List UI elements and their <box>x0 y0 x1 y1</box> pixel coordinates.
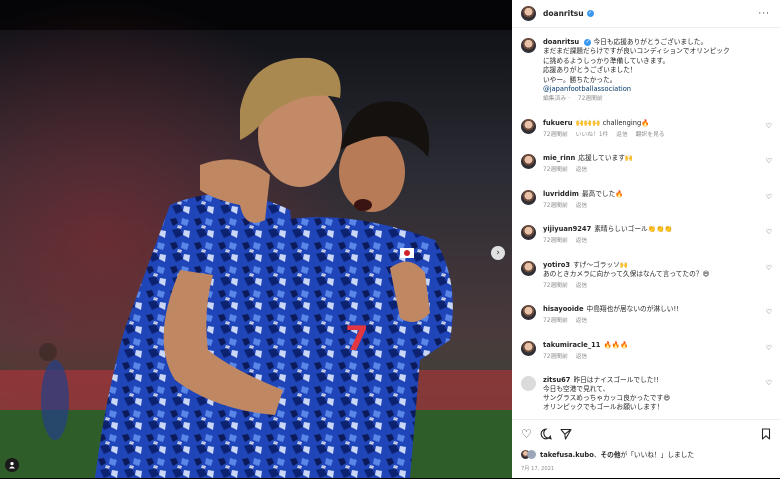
next-photo-button[interactable]: › <box>491 246 505 260</box>
caption-author-avatar[interactable] <box>521 38 536 53</box>
comment-username[interactable]: luvriddim <box>543 190 579 198</box>
heart-icon[interactable]: ♡ <box>766 228 772 236</box>
comment-username[interactable]: mie_rinn <box>543 154 575 162</box>
comment-text: 素晴らしいゴール👏👏👏 <box>594 225 673 234</box>
comment-text-line-2: 今日も空港で見れて、 <box>543 385 610 394</box>
comment-reply-button[interactable]: 返信 <box>576 354 588 360</box>
heart-icon[interactable]: ♡ <box>766 157 772 165</box>
comment-avatar[interactable] <box>521 225 536 241</box>
comment-text: 最高でした🔥 <box>581 189 624 198</box>
comment-text: 昨日はナイスゴールでした!! <box>573 376 659 385</box>
likes-others-link[interactable]: その他 <box>601 451 621 459</box>
comment-avatar[interactable] <box>521 189 536 205</box>
comment-time[interactable]: 72週間前 <box>543 283 568 289</box>
caption-username[interactable]: doanritsu <box>543 38 579 46</box>
soccer-players-photo: 7 <box>0 0 512 478</box>
post-date[interactable]: 7月 17, 2021 <box>512 459 780 472</box>
comment-reply-button[interactable]: 返信 <box>616 132 628 138</box>
post-caption: doanritsu ✓ 今日も応援ありがとうございました。 まだまだ課題だらけで… <box>512 28 780 105</box>
heart-icon[interactable]: ♡ <box>766 344 772 352</box>
comment-time[interactable]: 72週間前 <box>543 238 568 244</box>
caption-line-1: 今日も応援ありがとうございました。 <box>593 38 708 46</box>
ellipsis-icon[interactable]: ··· <box>758 9 770 19</box>
comment-username[interactable]: yijiyuan9247 <box>543 225 591 233</box>
comment-text: 中島翔也が居ないのが淋しい!! <box>586 305 679 314</box>
likes-separator: 、 <box>593 451 601 459</box>
user-tag-button[interactable] <box>5 458 19 472</box>
comment-reply-button[interactable]: 返信 <box>576 318 588 324</box>
comment-text-line-3: サングラスめっちゃカッコ良かったです😄 <box>543 394 671 403</box>
comment-avatar[interactable] <box>521 305 536 321</box>
post-actions: ♡ takefusa.kubo、その他が「いいね！」しました 7月 17, 20… <box>512 419 780 479</box>
heart-icon[interactable]: ♡ <box>521 427 532 441</box>
comment-username[interactable]: takumiracle_11 <box>543 341 600 349</box>
verified-badge-icon: ✓ <box>586 10 594 17</box>
comment-text: 🔥🔥🔥 <box>603 340 629 349</box>
heart-icon[interactable]: ♡ <box>766 193 772 201</box>
heart-icon[interactable]: ♡ <box>766 379 772 387</box>
comment-username[interactable]: zitsu67 <box>543 376 570 384</box>
comment-text: 応援しています🙌 <box>578 154 634 163</box>
heart-icon[interactable]: ♡ <box>766 122 772 130</box>
comment-likes[interactable]: いいね！1件 <box>576 132 609 138</box>
comment-reply-button[interactable]: 返信 <box>576 203 588 209</box>
caption-line-5: いやー。勝ちたかった。 <box>543 75 617 84</box>
comment-username[interactable]: fukueru <box>543 119 572 127</box>
liker-username[interactable]: takefusa.kubo <box>540 451 594 459</box>
comment-icon[interactable] <box>540 428 552 440</box>
comment-username[interactable]: hisayooide <box>543 305 584 313</box>
likes-suffix: が「いいね！」しました <box>620 451 695 459</box>
comment-time[interactable]: 72週間前 <box>543 318 568 324</box>
comment-item: fukueru 🙌🙌🙌 challenging🔥 72週間前 いいね！1件 返信 … <box>512 118 780 155</box>
post-header: doanritsu ✓ ··· <box>512 0 780 28</box>
comment-item: mie_rinn 応援しています🙌 72週間前 返信 ♡ <box>512 154 780 190</box>
comment-reply-button[interactable]: 返信 <box>576 283 588 289</box>
caption-line-2: まだまだ課題だらけですが良いコンディションでオリンピック <box>543 47 730 56</box>
author-username[interactable]: doanritsu <box>543 9 584 18</box>
share-icon[interactable] <box>560 428 572 440</box>
caption-edited-label: 編集済み <box>543 96 567 103</box>
author-avatar[interactable] <box>521 6 536 21</box>
caption-line-3: に挑めるようしっかり準備していきます。 <box>543 56 670 65</box>
comment-avatar[interactable] <box>521 260 536 276</box>
comment-text: すげ〜ゴラッソ🙌 <box>573 260 629 269</box>
post-sidebar: doanritsu ✓ ··· doanritsu ✓ 今日も応援ありがとうござ… <box>512 0 780 478</box>
comment-item: zitsu67 昨日はナイスゴールでした!! 今日も空港で見れて、 サングラスめっ… <box>512 376 780 418</box>
comment-avatar[interactable] <box>521 118 536 134</box>
comment-item: takumiracle_11 🔥🔥🔥 72週間前 返信 ♡ <box>512 340 780 377</box>
likes-summary: takefusa.kubo、その他が「いいね！」しました <box>512 441 780 459</box>
liker-avatar[interactable] <box>527 449 536 459</box>
comment-avatar[interactable] <box>521 340 536 356</box>
bookmark-icon[interactable] <box>761 428 771 440</box>
verified-badge-icon: ✓ <box>584 38 592 46</box>
comment-text: 🙌🙌🙌 challenging🔥 <box>575 118 650 127</box>
comment-item: yotiro3 すげ〜ゴラッソ🙌 あのときカメラに向かって久保はなんて言ってたの？… <box>512 260 780 306</box>
comment-item: hisayooide 中島翔也が居ないのが淋しい!! 72週間前 返信 ♡ <box>512 305 780 341</box>
caption-time[interactable]: 72週間前 <box>578 96 603 102</box>
comment-reply-button[interactable]: 返信 <box>576 238 588 244</box>
comment-time[interactable]: 72週間前 <box>543 167 568 173</box>
post-photo[interactable]: 7 <box>0 0 512 478</box>
chevron-right-icon: › <box>496 247 500 258</box>
comment-text-line-4: オリンピックでもゴールお願いします！ <box>543 403 664 412</box>
comment-translate-button[interactable]: 翻訳を見る <box>636 132 665 138</box>
comments-list[interactable]: doanritsu ✓ 今日も応援ありがとうございました。 まだまだ課題だらけで… <box>512 28 780 418</box>
user-tag-icon <box>9 462 15 469</box>
comment-item: yijiyuan9247 素晴らしいゴール👏👏👏 72週間前 返信 ♡ <box>512 225 780 261</box>
caption-mention-link[interactable]: @japanfootballassociation <box>543 85 730 94</box>
comment-time[interactable]: 72週間前 <box>543 354 568 360</box>
comment-item: luvriddim 最高でした🔥 72週間前 返信 ♡ <box>512 189 780 226</box>
heart-icon[interactable]: ♡ <box>766 308 772 316</box>
comment-time[interactable]: 72週間前 <box>543 132 568 138</box>
caption-line-4: 応援ありがとうございました！ <box>543 66 637 75</box>
comment-time[interactable]: 72週間前 <box>543 203 568 209</box>
svg-text:7: 7 <box>345 319 369 359</box>
comment-avatar[interactable] <box>521 154 536 170</box>
comment-text-line-2: あのときカメラに向かって久保はなんて言ってたの？😄 <box>543 269 710 278</box>
comment-username[interactable]: yotiro3 <box>543 261 570 269</box>
comment-avatar[interactable] <box>521 376 536 392</box>
heart-icon[interactable]: ♡ <box>766 264 772 272</box>
comment-reply-button[interactable]: 返信 <box>576 167 588 173</box>
